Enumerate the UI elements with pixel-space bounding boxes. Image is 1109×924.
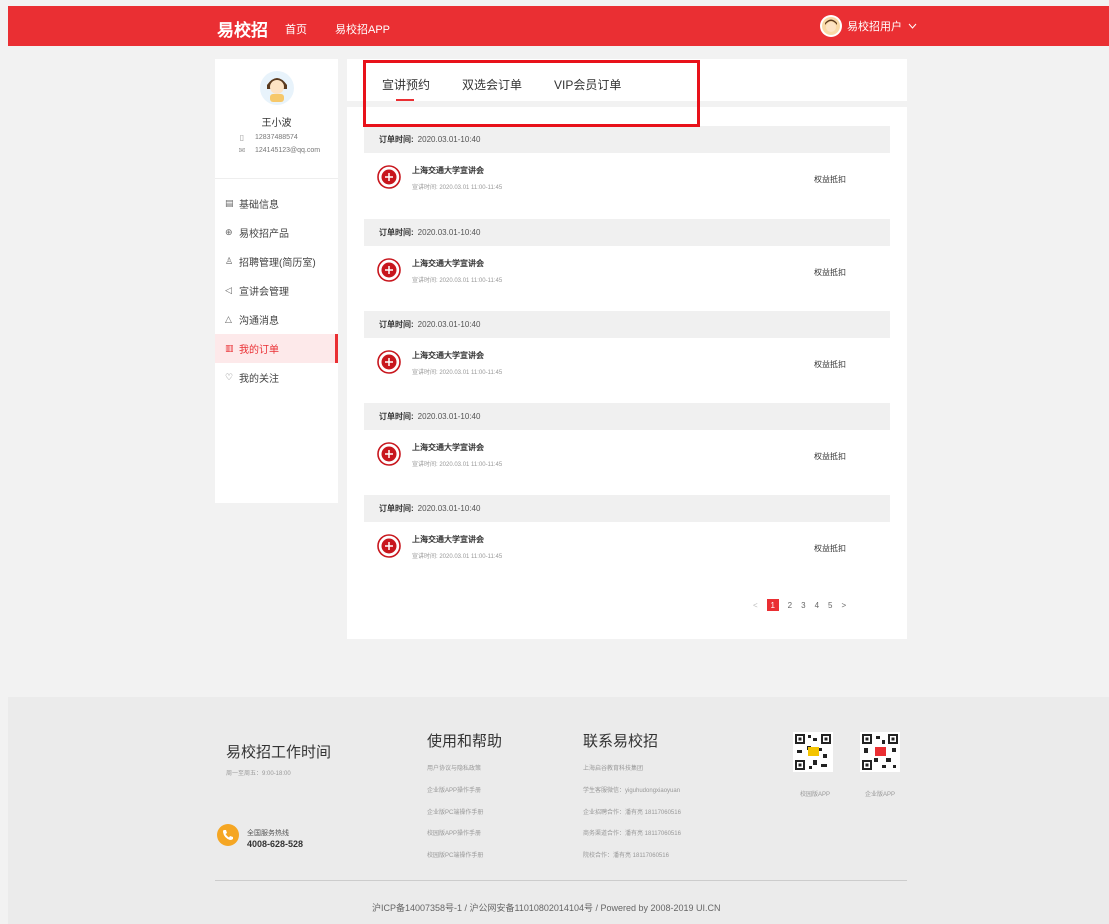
school-logo-icon [377, 442, 401, 466]
user-name: 易校招用户 [847, 21, 902, 33]
phone-icon: ▯ [239, 133, 245, 142]
order-status: 权益抵扣 [814, 268, 846, 277]
order-title: 上海交通大学宣讲会 [412, 443, 484, 452]
work-hours-title: 易校招工作时间 [226, 744, 332, 761]
nav-app[interactable]: 易校招APP [335, 21, 390, 37]
order-header: 订单时间: 2020.03.01-10:40 [364, 219, 890, 246]
order-title: 上海交通大学宣讲会 [412, 535, 484, 544]
contact-line: 企业招聘合作：潘有亮 18117060516 [583, 810, 681, 816]
top-navbar: 易校招 首页 易校招APP 易校招用户 [8, 6, 1109, 46]
list-item[interactable]: 上海交通大学宣讲会 宣讲时间: 2020.03.01 11:00-11:45 权… [364, 246, 890, 296]
order-header: 订单时间: 2020.03.01-10:40 [364, 495, 890, 522]
next-page-button[interactable]: > [841, 601, 846, 610]
speaker-icon: ◁ [225, 285, 232, 295]
help-link[interactable]: 企业版APP操作手册 [427, 785, 481, 794]
user-icon: ♙ [225, 256, 234, 266]
order-time: 宣讲时间: 2020.03.01 11:00-11:45 [412, 554, 503, 560]
order-title: 上海交通大学宣讲会 [412, 351, 484, 360]
order-time: 宣讲时间: 2020.03.01 11:00-11:45 [412, 278, 503, 284]
order-time: 宣讲时间: 2020.03.01 11:00-11:45 [412, 462, 503, 468]
prev-page-button[interactable]: < [753, 601, 758, 610]
order-time: 宣讲时间: 2020.03.01 11:00-11:45 [412, 185, 503, 191]
qr-label: 企业版APP [865, 792, 896, 798]
work-hours: 周一至周五：9:00-18:00 [226, 771, 291, 777]
phone-icon [217, 824, 239, 846]
order-title: 上海交通大学宣讲会 [412, 166, 484, 175]
order-status: 权益抵扣 [814, 175, 846, 184]
sidebar-item-follows[interactable]: ♡ 我的关注 [215, 363, 338, 392]
site-logo[interactable]: 易校招 [217, 16, 268, 41]
help-link[interactable]: 校园版APP操作手册 [427, 828, 481, 837]
contact-line: 院校合作：潘有亮 18117060516 [583, 853, 669, 859]
sidebar-menu: ▤ 基础信息 ⊕ 易校招产品 ♙ 招聘管理(简历室) ◁ 宣讲会管理 △ 沟通消息 ▥ 我的… [215, 179, 338, 392]
sidebar-item-recruitment[interactable]: ♙ 招聘管理(简历室) [215, 247, 338, 276]
mail-icon: ✉ [238, 146, 246, 155]
user-avatar [820, 15, 842, 37]
profile-card: 王小波 ▯ 12837488574 ✉ 124145123@qq.com [215, 71, 338, 179]
sidebar-item-products[interactable]: ⊕ 易校招产品 [215, 218, 338, 247]
contact-line: 学生客服微信：yiguhudongxiaoyuan [583, 788, 681, 794]
school-logo-icon [377, 258, 401, 282]
school-logo-icon [377, 165, 401, 189]
qr-code-icon [860, 732, 900, 772]
page-5-button[interactable]: 5 [828, 601, 832, 610]
bell-icon: △ [225, 314, 232, 324]
hotline-number: 4008-628-528 [247, 839, 304, 849]
order-time: 宣讲时间: 2020.03.01 11:00-11:45 [412, 370, 503, 376]
order-header: 订单时间: 2020.03.01-10:40 [364, 126, 890, 153]
contact-title: 联系易校招 [583, 733, 659, 750]
order-header: 订单时间: 2020.03.01-10:40 [364, 403, 890, 430]
document-icon: ▤ [225, 198, 234, 208]
user-menu[interactable]: 易校招用户 [820, 15, 917, 37]
help-title: 使用和帮助 [427, 733, 503, 750]
school-logo-icon [377, 534, 401, 558]
list-item[interactable]: 上海交通大学宣讲会 宣讲时间: 2020.03.01 11:00-11:45 权… [364, 338, 890, 388]
sidebar: 王小波 ▯ 12837488574 ✉ 124145123@qq.com ▤ 基础… [215, 59, 338, 503]
sidebar-item-basic-info[interactable]: ▤ 基础信息 [215, 189, 338, 218]
help-link[interactable]: 企业版PC端操作手册 [427, 807, 483, 816]
page-1-button[interactable]: 1 [766, 599, 779, 611]
school-logo-icon [377, 350, 401, 374]
profile-phone: ▯ 12837488574 [237, 133, 338, 142]
footer: 易校招工作时间 周一至周五：9:00-18:00 全国服务热线 4008-628… [8, 697, 1109, 924]
help-link[interactable]: 用户协议与隐私政策 [427, 763, 481, 772]
list-item[interactable]: 上海交通大学宣讲会 宣讲时间: 2020.03.01 11:00-11:45 权… [364, 153, 890, 203]
sidebar-item-seminars[interactable]: ◁ 宣讲会管理 [215, 276, 338, 305]
hotline-label: 全国服务热线 [247, 830, 289, 837]
pagination: < 1 2 3 4 5 > [753, 599, 855, 611]
contact-line: 商务渠道合作：潘有亮 18117060516 [583, 831, 681, 837]
qr-label: 校园版APP [800, 792, 831, 798]
copyright: 沪ICP备14007358号-1 / 沪公网安备11010802014104号 … [372, 903, 721, 913]
heart-icon: ♡ [225, 372, 234, 382]
main-panel: 宣讲预约 双选会订单 VIP会员订单 订单时间: 2020.03.01-10:40… [347, 59, 907, 639]
order-status: 权益抵扣 [814, 360, 846, 369]
list-item[interactable]: 上海交通大学宣讲会 宣讲时间: 2020.03.01 11:00-11:45 权… [364, 430, 890, 480]
help-link[interactable]: 校园版PC端操作手册 [427, 850, 483, 859]
profile-name: 王小波 [261, 118, 292, 129]
list-item[interactable]: 上海交通大学宣讲会 宣讲时间: 2020.03.01 11:00-11:45 权… [364, 522, 890, 572]
qr-code-icon [793, 732, 833, 772]
order-title: 上海交通大学宣讲会 [412, 259, 484, 268]
page-3-button[interactable]: 3 [801, 601, 805, 610]
order-header: 订单时间: 2020.03.01-10:40 [364, 311, 890, 338]
footer-divider [215, 880, 907, 881]
highlight-annotation-box [363, 60, 700, 127]
order-status: 权益抵扣 [814, 452, 846, 461]
sidebar-item-messages[interactable]: △ 沟通消息 [215, 305, 338, 334]
order-icon: ▥ [225, 343, 234, 353]
page-4-button[interactable]: 4 [815, 601, 819, 610]
sidebar-item-orders[interactable]: ▥ 我的订单 [215, 334, 338, 363]
nav-home[interactable]: 首页 [285, 21, 307, 37]
chevron-down-icon [908, 20, 917, 32]
avatar [259, 71, 294, 105]
profile-email: ✉ 124145123@qq.com [238, 146, 321, 155]
box-icon: ⊕ [225, 227, 233, 237]
page-2-button[interactable]: 2 [788, 601, 792, 610]
order-status: 权益抵扣 [814, 544, 846, 553]
contact-line: 上海启谷教育科技集团 [583, 766, 644, 772]
